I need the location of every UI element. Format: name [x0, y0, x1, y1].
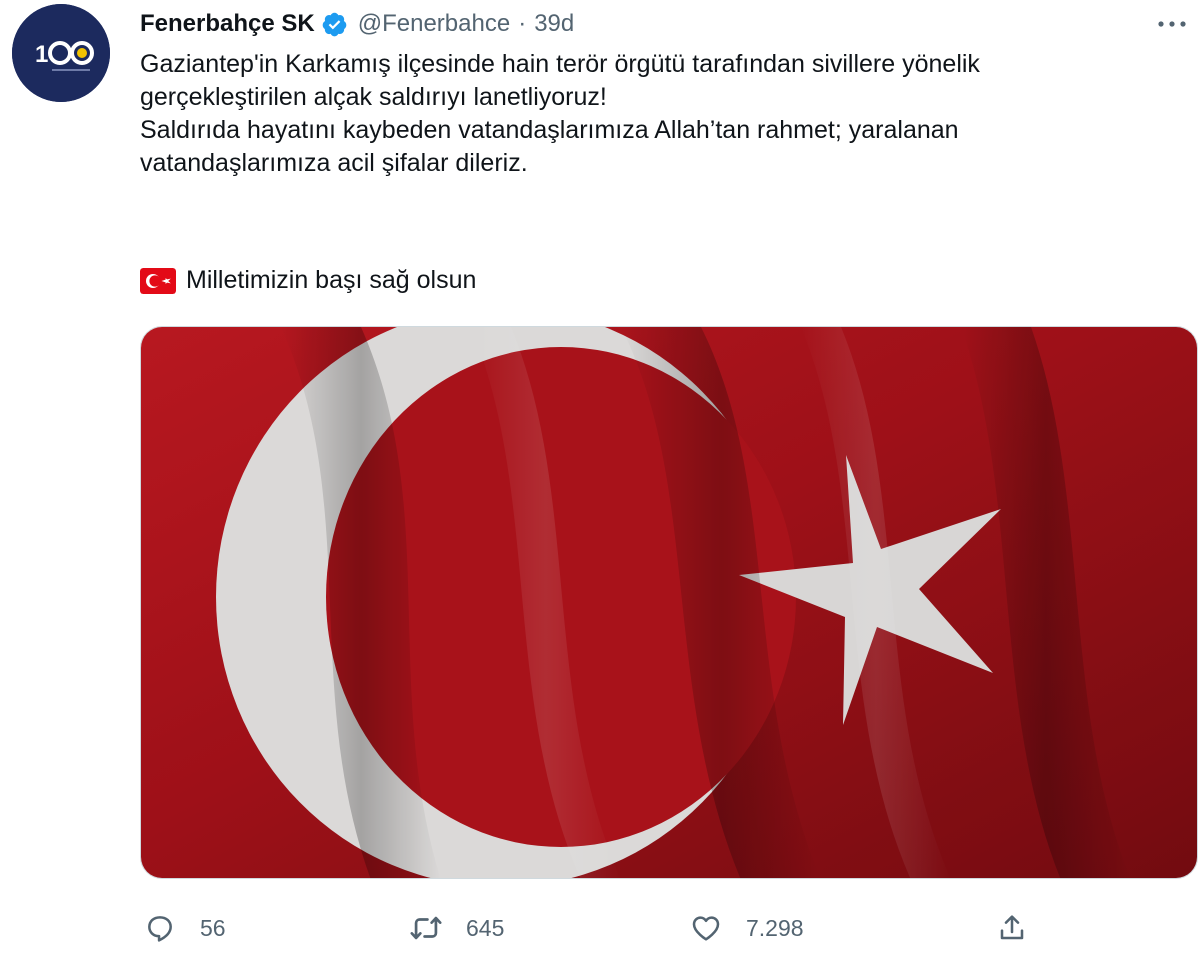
turkish-flag-image: [141, 327, 1197, 878]
retweet-icon: [406, 908, 446, 948]
reply-button[interactable]: 56: [140, 905, 226, 951]
heart-icon: [686, 908, 726, 948]
verified-badge-icon: [321, 11, 348, 38]
tweet-flag-line: Milletimizin başı sağ olsun: [140, 264, 476, 297]
share-button[interactable]: [992, 905, 1032, 951]
like-count: 7.298: [746, 914, 804, 941]
timestamp[interactable]: 39d: [534, 10, 574, 38]
share-icon: [992, 908, 1032, 948]
avatar-text: 1: [35, 41, 48, 68]
tweet-actions: 56 645 7.298: [140, 905, 1180, 951]
turkey-flag-icon: [140, 267, 176, 294]
retweet-button[interactable]: 645: [406, 905, 504, 951]
fenerbahce-100-logo: 1: [12, 4, 110, 102]
flag-line-text: Milletimizin başı sağ olsun: [186, 266, 477, 294]
avatar[interactable]: 1: [12, 4, 110, 102]
separator-dot: ·: [518, 10, 527, 37]
reply-count: 56: [200, 914, 226, 941]
reply-icon: [140, 908, 180, 948]
account-handle[interactable]: @Fenerbahce: [358, 10, 510, 38]
tweet-header: Fenerbahçe SK @Fenerbahce · 39d: [140, 6, 1200, 42]
retweet-count: 645: [466, 914, 505, 941]
like-button[interactable]: 7.298: [686, 905, 804, 951]
tweet-text: Gaziantep'in Karkamış ilçesinde hain ter…: [140, 50, 980, 177]
display-name[interactable]: Fenerbahçe SK: [140, 10, 315, 38]
more-options-icon[interactable]: [1152, 6, 1192, 42]
tweet-media-image[interactable]: [140, 326, 1198, 879]
